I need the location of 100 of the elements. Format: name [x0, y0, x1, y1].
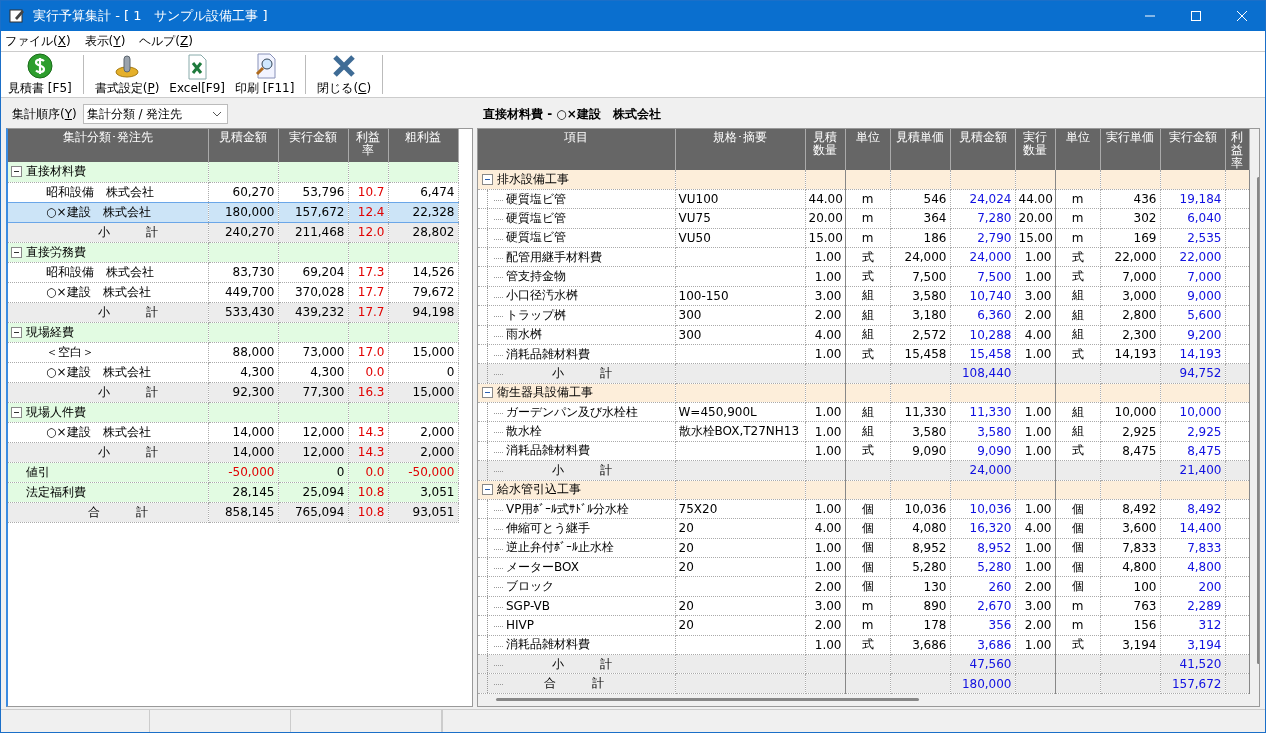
- column-header[interactable]: 実行金額: [278, 129, 348, 162]
- item-name: VP用ﾎﾞｰﾙ式ｻﾄﾞﾙ分水栓: [506, 501, 630, 516]
- table-cell: 20: [678, 521, 694, 536]
- summary-row[interactable]: ○×建設 株式会社 449,700 370,028 17.7 79,672: [8, 282, 458, 302]
- summary-row[interactable]: ＜空白＞ 88,000 73,000 17.0 15,000: [8, 342, 458, 362]
- column-header[interactable]: 実行金額: [1160, 129, 1225, 170]
- summary-row[interactable]: 小 計 533,430 439,232 17.7 94,198: [8, 302, 458, 322]
- column-header[interactable]: 集計分類･発注先: [8, 129, 208, 162]
- item-name: 硬質塩ビ管: [506, 191, 566, 206]
- toolbar-button[interactable]: 見積書 [F5]: [3, 52, 77, 97]
- column-header[interactable]: 粗利益: [388, 129, 458, 162]
- summary-row[interactable]: 法定福利費 28,145 25,094 10.8 3,051: [8, 482, 458, 502]
- table-cell: 8,952: [912, 540, 947, 555]
- item-name: HIVP: [506, 618, 534, 633]
- toolbar-button[interactable]: 印刷 [F11]: [230, 52, 300, 97]
- table-cell: 24,000: [969, 250, 1012, 265]
- column-header[interactable]: 規格･摘要: [675, 129, 805, 170]
- table-cell: 3,580: [912, 288, 947, 303]
- summary-row[interactable]: 昭和設備 株式会社 83,730 69,204 17.3 14,526: [8, 262, 458, 282]
- menu-item[interactable]: ヘルプ(Z): [139, 32, 193, 50]
- summary-row[interactable]: 小 計 240,270 211,468 12.0 28,802: [8, 222, 458, 242]
- summary-row[interactable]: 小 計 92,300 77,300 16.3 15,000: [8, 382, 458, 402]
- summary-row[interactable]: 小 計 14,000 12,000 14.3 2,000: [8, 442, 458, 462]
- table-cell: 12.4: [348, 202, 388, 222]
- column-header[interactable]: 利益率: [1225, 129, 1249, 170]
- table-cell: 3,000: [1122, 288, 1157, 303]
- table-cell: 302: [1133, 211, 1157, 226]
- item-name: 管支持金物: [506, 269, 566, 284]
- summary-row[interactable]: ○×建設 株式会社 14,000 12,000 14.3 2,000: [8, 422, 458, 442]
- table-cell: 180,000: [208, 202, 278, 222]
- column-header[interactable]: 利益率: [348, 129, 388, 162]
- collapse-icon[interactable]: [11, 326, 22, 338]
- chevron-icon: [211, 111, 222, 117]
- table-cell: m: [861, 211, 874, 226]
- table-cell: 組: [1071, 424, 1084, 439]
- table-cell: 14.3: [348, 422, 388, 442]
- table-cell: 3.00: [1024, 598, 1052, 613]
- table-cell: 式: [861, 637, 874, 652]
- collapse-icon[interactable]: [11, 406, 22, 418]
- menu-item[interactable]: 表示(Y): [84, 32, 126, 50]
- collapse-icon[interactable]: [11, 246, 22, 258]
- column-header[interactable]: 項目: [478, 129, 675, 170]
- summary-row[interactable]: ○×建設 株式会社 4,300 4,300 0.0 0: [8, 362, 458, 382]
- column-header[interactable]: 見積金額: [208, 129, 278, 162]
- table-cell: VU100: [678, 192, 719, 207]
- table-cell: 小 計: [8, 302, 208, 322]
- table-cell: 組: [1071, 288, 1084, 303]
- table-cell: 2,790: [977, 230, 1012, 245]
- table-cell: 22,000: [1114, 250, 1157, 265]
- table-cell: 890: [923, 598, 947, 613]
- table-cell: 式: [861, 269, 874, 284]
- table-cell: 2,925: [1122, 424, 1157, 439]
- table-cell: 7,280: [977, 211, 1012, 226]
- column-header[interactable]: 見積金額: [950, 129, 1015, 170]
- table-cell: 15,458: [969, 347, 1012, 362]
- table-cell: 8,475: [1122, 443, 1157, 458]
- column-header[interactable]: 単位: [845, 129, 890, 170]
- table-cell: 7,833: [1122, 540, 1157, 555]
- table-cell: 3,686: [912, 637, 947, 652]
- table-cell: 3,580: [977, 424, 1012, 439]
- column-header[interactable]: 実行単価: [1100, 129, 1160, 170]
- table-cell: 2.00: [814, 308, 842, 323]
- column-header[interactable]: 単位: [1055, 129, 1100, 170]
- table-cell: 1.00: [1024, 560, 1052, 575]
- table-cell: 8,492: [1187, 502, 1222, 517]
- menu-item[interactable]: ファイル(X): [5, 32, 71, 50]
- column-header[interactable]: 実行数量: [1015, 129, 1055, 170]
- collapse-icon[interactable]: [482, 173, 493, 185]
- summary-row[interactable]: 現場経費: [8, 322, 458, 342]
- table-cell: 個: [861, 540, 874, 555]
- table-cell: 41,520: [1179, 657, 1222, 672]
- column-header[interactable]: 見積数量: [805, 129, 845, 170]
- summary-row[interactable]: 直接材料費: [8, 162, 458, 182]
- table-cell: 式: [1071, 269, 1084, 284]
- collapse-icon[interactable]: [11, 166, 22, 178]
- summary-row[interactable]: 直接労務費: [8, 242, 458, 262]
- summary-row[interactable]: 値引 -50,000 0 0.0 -50,000: [8, 462, 458, 482]
- group-name: 衛生器具設備工事: [497, 384, 593, 402]
- table-cell: 19,184: [1179, 192, 1222, 207]
- toolbar-button[interactable]: Excel[F9]: [164, 52, 231, 97]
- table-cell: 0.0: [348, 362, 388, 382]
- collapse-icon[interactable]: [482, 387, 493, 399]
- item-name: 配管用継手材料費: [506, 249, 602, 264]
- summary-row[interactable]: 合 計 858,145 765,094 10.8 93,051: [8, 502, 458, 522]
- column-header[interactable]: 見積単価: [890, 129, 950, 170]
- table-cell: 157,672: [278, 202, 348, 222]
- item-name: ガーデンパン及び水栓柱: [506, 404, 638, 419]
- summary-row[interactable]: ○×建設 株式会社 180,000 157,672 12.4 22,328: [8, 202, 458, 222]
- table-cell: 83,730: [208, 262, 278, 282]
- table-cell: m: [1071, 211, 1084, 226]
- table-cell: 356: [988, 618, 1012, 633]
- toolbar-button[interactable]: 書式設定(P): [89, 52, 165, 97]
- table-cell: 2.00: [1024, 618, 1052, 633]
- toolbar-button[interactable]: 閉じる(C): [312, 52, 377, 97]
- table-cell: m: [861, 192, 874, 207]
- table-cell: 20.00: [1018, 211, 1053, 226]
- summary-row[interactable]: 現場人件費: [8, 402, 458, 422]
- table-cell: 4.00: [1024, 327, 1052, 342]
- order-dropdown[interactable]: 集計分類 / 発注先: [82, 104, 228, 124]
- collapse-icon[interactable]: [482, 484, 493, 496]
